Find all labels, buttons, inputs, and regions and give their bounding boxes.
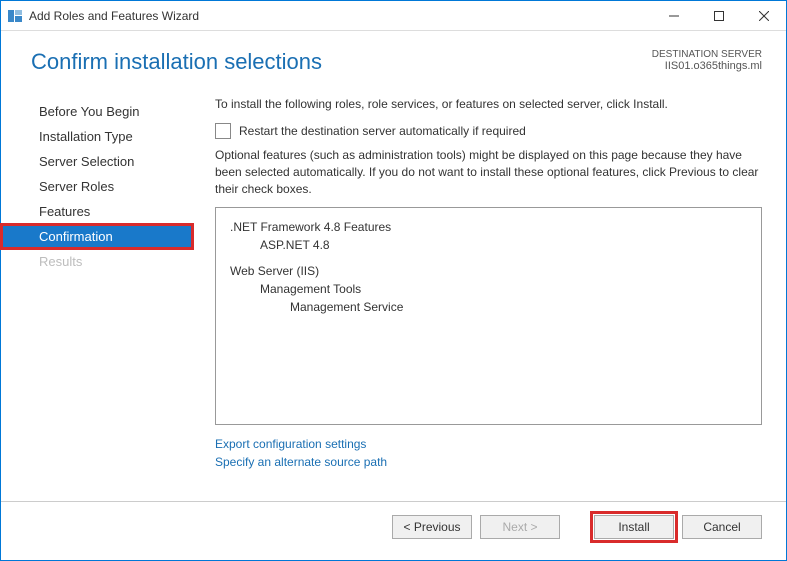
optional-features-note: Optional features (such as administratio… (215, 147, 762, 197)
install-button[interactable]: Install (594, 515, 674, 539)
next-button: Next > (480, 515, 560, 539)
feature-item: Management Tools (230, 280, 747, 298)
feature-spacer (230, 254, 747, 262)
feature-item: Web Server (IIS) (230, 262, 747, 280)
destination-server: IIS01.o365things.ml (652, 60, 762, 72)
close-button[interactable] (741, 1, 786, 30)
instruction-text: To install the following roles, role ser… (215, 97, 762, 111)
feature-item: ASP.NET 4.8 (230, 236, 747, 254)
step-before-you-begin[interactable]: Before You Begin (1, 99, 193, 124)
previous-button[interactable]: < Previous (392, 515, 472, 539)
alternate-source-link[interactable]: Specify an alternate source path (215, 453, 762, 471)
restart-checkbox-row: Restart the destination server automatic… (215, 123, 762, 139)
page-title: Confirm installation selections (31, 49, 322, 75)
destination-info: DESTINATION SERVER IIS01.o365things.ml (652, 49, 762, 75)
step-results: Results (1, 249, 193, 274)
header: Confirm installation selections DESTINAT… (1, 31, 786, 83)
main-panel: To install the following roles, role ser… (193, 93, 786, 501)
restart-checkbox-label: Restart the destination server automatic… (239, 124, 526, 138)
footer: < Previous Next > Install Cancel (1, 501, 786, 551)
step-server-selection[interactable]: Server Selection (1, 149, 193, 174)
content: Before You Begin Installation Type Serve… (1, 83, 786, 501)
cancel-button[interactable]: Cancel (682, 515, 762, 539)
feature-item: Management Service (230, 298, 747, 316)
window-title: Add Roles and Features Wizard (29, 9, 651, 23)
step-features[interactable]: Features (1, 199, 193, 224)
titlebar-controls (651, 1, 786, 30)
app-icon (7, 8, 23, 24)
titlebar: Add Roles and Features Wizard (1, 1, 786, 31)
links: Export configuration settings Specify an… (215, 435, 762, 471)
features-list[interactable]: .NET Framework 4.8 Features ASP.NET 4.8 … (215, 207, 762, 425)
step-installation-type[interactable]: Installation Type (1, 124, 193, 149)
sidebar: Before You Begin Installation Type Serve… (1, 93, 193, 501)
feature-item: .NET Framework 4.8 Features (230, 218, 747, 236)
step-confirmation[interactable]: Confirmation (1, 224, 193, 249)
destination-label: DESTINATION SERVER (652, 49, 762, 60)
restart-checkbox[interactable] (215, 123, 231, 139)
maximize-button[interactable] (696, 1, 741, 30)
minimize-button[interactable] (651, 1, 696, 30)
step-server-roles[interactable]: Server Roles (1, 174, 193, 199)
export-config-link[interactable]: Export configuration settings (215, 435, 762, 453)
